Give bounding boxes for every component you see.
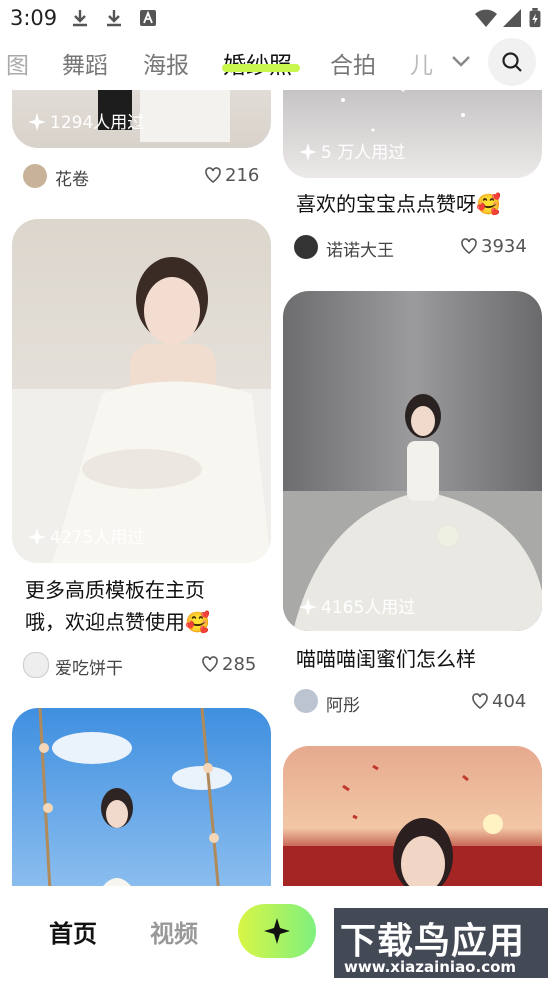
- app-notification-icon: [140, 10, 156, 26]
- sparkle-icon: [299, 143, 317, 161]
- template-feed: 1294人用过 花卷 216 5 万人用过 喜欢的宝宝点点赞呀🥰 诺诺大王 39…: [0, 90, 554, 886]
- avatar[interactable]: [294, 235, 318, 259]
- template-card-image[interactable]: 5 万人用过: [283, 90, 542, 178]
- wedding-photo-thumbnail: [341, 90, 465, 132]
- usage-count: 4275人用过: [28, 523, 144, 548]
- nav-video[interactable]: 视频: [150, 914, 198, 949]
- status-time: 3:09: [10, 6, 58, 30]
- template-card-image[interactable]: 4275人用过: [12, 219, 271, 563]
- template-card-image[interactable]: [12, 708, 271, 886]
- wedding-photo-thumbnail: [12, 257, 271, 563]
- wedding-photo-thumbnail: [38, 708, 232, 886]
- author-name[interactable]: 阿彤: [326, 691, 360, 716]
- nav-home[interactable]: 首页: [49, 914, 97, 949]
- heart-icon: [205, 167, 221, 183]
- heart-icon: [461, 238, 477, 254]
- tab-category[interactable]: 合拍: [330, 46, 376, 80]
- sparkle-icon: [264, 918, 290, 944]
- avatar[interactable]: [23, 164, 47, 188]
- chevron-down-icon[interactable]: [448, 48, 474, 74]
- tab-category-active[interactable]: 婚纱照: [223, 46, 292, 80]
- sparkle-icon: [28, 528, 46, 546]
- template-card-image[interactable]: 1294人用过: [12, 90, 271, 148]
- author-name[interactable]: 花卷: [55, 165, 89, 190]
- active-tab-underline: [222, 64, 300, 72]
- usage-count: 1294人用过: [28, 108, 144, 133]
- tab-category[interactable]: 儿: [410, 46, 433, 80]
- tab-category[interactable]: 舞蹈: [62, 46, 108, 80]
- card-title[interactable]: 喜欢的宝宝点点赞呀🥰: [296, 188, 501, 220]
- tab-category[interactable]: 海报: [143, 46, 189, 80]
- template-card-image[interactable]: 4165人用过: [283, 291, 542, 631]
- wedding-photo-thumbnail: [283, 394, 542, 631]
- card-title[interactable]: 更多高质模板在主页: [25, 574, 205, 606]
- like-count[interactable]: 404: [471, 691, 526, 712]
- template-card-image[interactable]: [283, 746, 542, 886]
- watermark-title: 下载鸟应用: [340, 921, 526, 962]
- cellular-signal-icon: [503, 9, 521, 27]
- search-icon: [502, 52, 522, 72]
- download-icon: [107, 10, 121, 27]
- author-name[interactable]: 诺诺大王: [326, 236, 394, 261]
- status-bar: 3:09: [0, 0, 554, 36]
- wedding-photo-thumbnail: [283, 764, 542, 886]
- usage-count: 5 万人用过: [299, 138, 405, 163]
- watermark-url: www.xiazainiao.com: [344, 958, 517, 976]
- like-count[interactable]: 216: [204, 165, 259, 186]
- like-count[interactable]: 3934: [460, 236, 527, 257]
- sparkle-icon: [299, 598, 317, 616]
- download-icon: [73, 10, 87, 27]
- avatar[interactable]: [23, 652, 49, 678]
- like-count[interactable]: 285: [201, 654, 256, 675]
- card-title[interactable]: 喵喵喵闺蜜们怎么样: [296, 643, 476, 675]
- watermark-logo: 下载鸟应用 www.xiazainiao.com: [332, 906, 550, 980]
- create-button[interactable]: [238, 904, 316, 958]
- sparkle-icon: [28, 113, 46, 131]
- tab-category[interactable]: 图: [6, 46, 29, 80]
- search-button[interactable]: [488, 38, 536, 86]
- heart-icon: [472, 693, 488, 709]
- card-title[interactable]: 哦，欢迎点赞使用🥰: [25, 606, 210, 638]
- avatar[interactable]: [294, 689, 318, 713]
- author-name[interactable]: 爱吃饼干: [55, 654, 123, 679]
- battery-charging-icon: [529, 8, 541, 28]
- wifi-icon: [475, 9, 497, 27]
- heart-icon: [202, 656, 218, 672]
- usage-count: 4165人用过: [299, 593, 415, 618]
